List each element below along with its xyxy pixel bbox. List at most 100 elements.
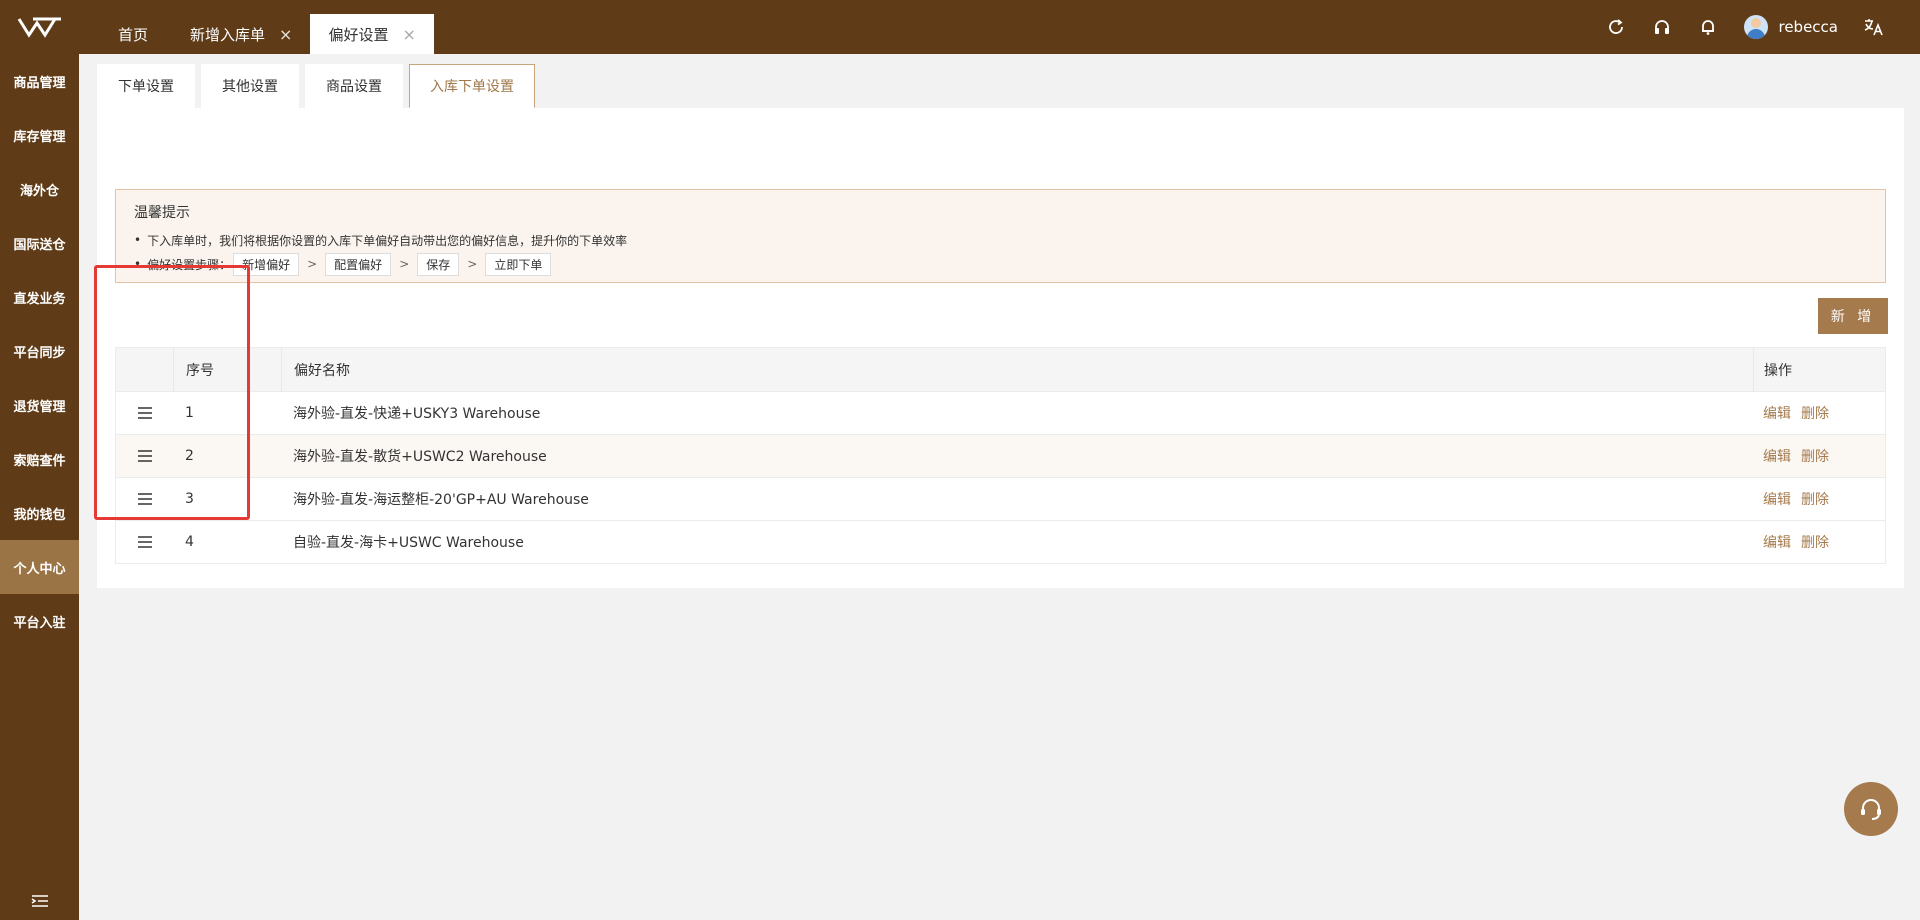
step-order-now: 立即下单 (485, 252, 552, 276)
edit-link[interactable]: 编辑 (1763, 446, 1791, 466)
table-row: 2 海外验-直发-散货+USWC2 Warehouse 编辑 删除 (116, 434, 1885, 477)
sidebar-item-platform-sync[interactable]: 平台同步 (0, 324, 79, 378)
tab-label: 偏好设置 (328, 25, 389, 44)
table-header: 序号 偏好名称 操作 (116, 348, 1885, 391)
sidebar-item-label: 个人中心 (13, 561, 66, 577)
sidebar-item-claims[interactable]: 索赔查件 (0, 432, 79, 486)
tab-other-settings[interactable]: 其他设置 (201, 64, 299, 108)
bullet: • (134, 257, 142, 271)
row-ops: 编辑 删除 (1753, 532, 1885, 552)
header-ops: 操作 (1753, 348, 1885, 391)
tab-order-settings[interactable]: 下单设置 (97, 64, 195, 108)
row-index: 1 (185, 405, 194, 421)
row-name: 海外验-直发-散货+USWC2 Warehouse (293, 449, 547, 465)
customer-service-button[interactable] (1844, 782, 1898, 836)
row-index: 3 (185, 491, 194, 507)
sidebar-item-personal-center[interactable]: 个人中心 (0, 540, 79, 594)
bell-icon[interactable] (1698, 17, 1718, 37)
tab-label: 新增入库单 (190, 25, 266, 44)
notice-title: 温馨提示 (134, 205, 190, 221)
tip-notice: 温馨提示 • 下入库单时，我们将根据你设置的入库下单偏好自动带出您的偏好信息，提… (115, 189, 1886, 283)
edit-link[interactable]: 编辑 (1763, 489, 1791, 509)
drag-handle-icon[interactable] (116, 406, 173, 420)
close-icon[interactable]: × (279, 25, 292, 44)
step-save: 保存 (417, 252, 460, 276)
top-bar: 首页 新增入库单 × 偏好设置 × rebecca (0, 0, 1920, 54)
sidebar-item-returns[interactable]: 退货管理 (0, 378, 79, 432)
notice-steps-line: • 偏好设置步骤： 新增偏好 > 配置偏好 > 保存 > 立即下单 (134, 252, 1867, 276)
close-icon[interactable]: × (402, 25, 415, 44)
tab-inbound-order-settings[interactable]: 入库下单设置 (409, 64, 535, 108)
delete-link[interactable]: 删除 (1801, 489, 1829, 509)
notice-text: 下入库单时，我们将根据你设置的入库下单偏好自动带出您的偏好信息，提升你的下单效率 (147, 233, 628, 248)
delete-link[interactable]: 删除 (1801, 403, 1829, 423)
sidebar-item-direct-shipping[interactable]: 直发业务 (0, 270, 79, 324)
tab-home[interactable]: 首页 (100, 14, 166, 54)
step-separator: > (399, 257, 410, 271)
delete-link[interactable]: 删除 (1801, 532, 1829, 552)
sidebar: 商品管理 库存管理 海外仓 国际送仓 直发业务 平台同步 退货管理 索赔查件 我… (0, 54, 79, 920)
table-row: 3 海外验-直发-海运整柜-20'GP+AU Warehouse 编辑 删除 (116, 477, 1885, 520)
sidebar-item-product-management[interactable]: 商品管理 (0, 54, 79, 108)
row-name: 自验-直发-海卡+USWC Warehouse (293, 535, 524, 551)
logo-icon (17, 17, 61, 38)
edit-link[interactable]: 编辑 (1763, 532, 1791, 552)
step-configure-preference: 配置偏好 (325, 252, 392, 276)
sidebar-item-label: 直发业务 (13, 291, 66, 307)
username: rebecca (1778, 18, 1838, 36)
header-index: 序号 (173, 348, 281, 391)
user-menu[interactable]: rebecca (1744, 15, 1838, 39)
sidebar-item-label: 平台入驻 (13, 615, 66, 631)
avatar (1744, 15, 1769, 39)
row-index: 4 (185, 534, 194, 550)
support-icon (1861, 799, 1881, 820)
step-separator: > (307, 257, 318, 271)
sidebar-item-international-delivery[interactable]: 国际送仓 (0, 216, 79, 270)
tab-preference-settings[interactable]: 偏好设置 × (310, 14, 434, 54)
collapse-menu-icon[interactable] (0, 894, 79, 908)
sidebar-item-wallet[interactable]: 我的钱包 (0, 486, 79, 540)
sidebar-item-inventory-management[interactable]: 库存管理 (0, 108, 79, 162)
sidebar-item-label: 索赔查件 (13, 453, 66, 469)
drag-handle-icon[interactable] (116, 535, 173, 549)
sidebar-item-platform-onboarding[interactable]: 平台入驻 (0, 594, 79, 648)
sidebar-item-label: 国际送仓 (13, 237, 66, 253)
sidebar-item-label: 我的钱包 (13, 507, 66, 523)
tab-product-settings[interactable]: 商品设置 (305, 64, 403, 108)
header-name: 偏好名称 (281, 348, 1753, 391)
top-right-toolbar: rebecca (1606, 0, 1884, 54)
settings-tabs: 下单设置 其他设置 商品设置 入库下单设置 (97, 64, 535, 108)
tab-label: 首页 (118, 25, 149, 44)
refresh-icon[interactable] (1606, 17, 1626, 37)
logo[interactable] (0, 0, 79, 54)
edit-link[interactable]: 编辑 (1763, 403, 1791, 423)
headset-icon[interactable] (1652, 17, 1672, 37)
notice-steps-prefix: 偏好设置步骤： (147, 257, 232, 272)
row-ops: 编辑 删除 (1753, 489, 1885, 509)
table-row: 4 自验-直发-海卡+USWC Warehouse 编辑 删除 (116, 520, 1885, 563)
sidebar-item-label: 平台同步 (13, 345, 66, 361)
translate-icon[interactable] (1864, 17, 1884, 37)
table-row: 1 海外验-直发-快递+USKY3 Warehouse 编辑 删除 (116, 391, 1885, 434)
page-tabs: 首页 新增入库单 × 偏好设置 × (100, 14, 434, 54)
sidebar-item-label: 海外仓 (19, 183, 59, 199)
row-name: 海外验-直发-快递+USKY3 Warehouse (293, 406, 541, 422)
row-ops: 编辑 删除 (1753, 446, 1885, 466)
bullet: • (134, 233, 142, 247)
main-content: 下单设置 其他设置 商品设置 入库下单设置 温馨提示 • 下入库单时，我们将根据… (79, 54, 1920, 920)
delete-link[interactable]: 删除 (1801, 446, 1829, 466)
preference-table: 序号 偏好名称 操作 1 海外验-直发-快递+USKY3 Warehouse 编… (115, 347, 1886, 564)
add-button[interactable]: 新 增 (1818, 298, 1888, 334)
sidebar-item-label: 退货管理 (13, 399, 66, 415)
sidebar-item-label: 库存管理 (13, 129, 66, 145)
row-name: 海外验-直发-海运整柜-20'GP+AU Warehouse (293, 492, 589, 508)
tab-new-inbound-order[interactable]: 新增入库单 × (172, 14, 310, 54)
settings-panel: 温馨提示 • 下入库单时，我们将根据你设置的入库下单偏好自动带出您的偏好信息，提… (97, 108, 1904, 588)
row-ops: 编辑 删除 (1753, 403, 1885, 423)
drag-handle-icon[interactable] (116, 492, 173, 506)
drag-handle-icon[interactable] (116, 449, 173, 463)
row-index: 2 (185, 448, 194, 464)
step-add-preference: 新增偏好 (233, 252, 300, 276)
sidebar-item-overseas-warehouse[interactable]: 海外仓 (0, 162, 79, 216)
sidebar-item-label: 商品管理 (13, 75, 66, 91)
